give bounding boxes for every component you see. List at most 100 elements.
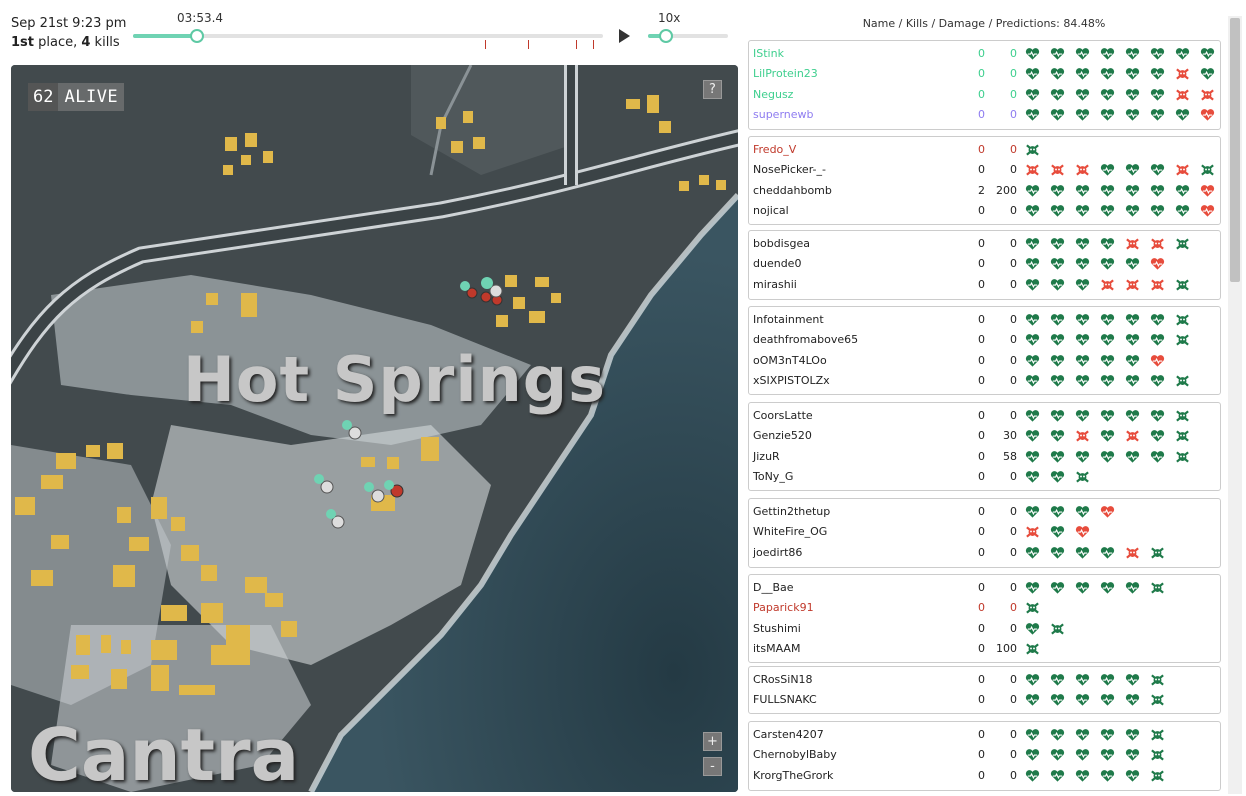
player-name[interactable]: NosePicker-_-: [753, 163, 826, 176]
player-row[interactable]: supernewb 0 0: [749, 105, 1220, 125]
player-name[interactable]: CoorsLatte: [753, 409, 813, 422]
map-view[interactable]: Hot Springs Cantra 62 ALIVE ? + -: [11, 65, 738, 792]
player-name[interactable]: joedirt86: [753, 546, 802, 559]
player-row[interactable]: NosePicker-_- 0 0: [749, 160, 1220, 180]
player-row[interactable]: Infotainment 0 0: [749, 310, 1220, 330]
player-marker[interactable]: [460, 277, 503, 306]
player-row[interactable]: WhiteFire_OG 0 0: [749, 522, 1220, 542]
timeline-handle[interactable]: [190, 29, 204, 43]
player-row[interactable]: duende0 0 0: [749, 254, 1220, 274]
player-marker[interactable]: [326, 509, 345, 529]
player-name[interactable]: LilProtein23: [753, 67, 818, 80]
player-row[interactable]: bobdisgea 0 0: [749, 234, 1220, 254]
player-row[interactable]: Fredo_V 0 0: [749, 140, 1220, 160]
zoom-in-button[interactable]: +: [703, 732, 722, 751]
player-row[interactable]: CRosSiN18 0 0: [749, 670, 1220, 690]
player-name[interactable]: Carsten4207: [753, 728, 824, 741]
player-marker[interactable]: [342, 420, 362, 440]
player-damage: 0: [1010, 107, 1017, 121]
player-name[interactable]: mirashii: [753, 278, 797, 291]
player-name[interactable]: nojical: [753, 204, 789, 217]
player-damage: 0: [1010, 353, 1017, 367]
match-date: Sep 21st 9:23 pm: [11, 16, 127, 31]
heart-alive-icon: [1100, 312, 1125, 328]
player-name[interactable]: JizuR: [753, 450, 780, 463]
speed-handle[interactable]: [659, 29, 673, 43]
heart-alive-icon: [1075, 183, 1100, 199]
skull-dead-icon: [1175, 449, 1200, 465]
heart-alive-icon: [1150, 428, 1175, 444]
player-name[interactable]: ToNy_G: [753, 470, 793, 483]
player-marker[interactable]: [314, 474, 334, 494]
player-name[interactable]: FULLSNAKC: [753, 693, 817, 706]
kill-marker[interactable]: [593, 40, 594, 49]
player-row[interactable]: itsMAAM 0 100: [749, 639, 1220, 659]
player-name[interactable]: ChernobylBaby: [753, 748, 837, 761]
player-row[interactable]: nojical 0 0: [749, 201, 1220, 221]
player-name[interactable]: Gettin2thetup: [753, 505, 830, 518]
heart-alive-icon: [1125, 727, 1150, 743]
player-row[interactable]: Genzie520 0 30: [749, 426, 1220, 446]
player-name[interactable]: WhiteFire_OG: [753, 525, 827, 538]
player-name[interactable]: IStink: [753, 47, 784, 60]
kill-marker[interactable]: [528, 40, 529, 49]
player-name[interactable]: Negusz: [753, 88, 793, 101]
heart-alive-icon: [1075, 672, 1100, 688]
player-row[interactable]: FULLSNAKC 0 0: [749, 690, 1220, 710]
player-row[interactable]: JizuR 0 58: [749, 447, 1220, 467]
player-damage: 0: [1010, 203, 1017, 217]
player-name[interactable]: Infotainment: [753, 313, 824, 326]
player-row[interactable]: LilProtein23 0 0: [749, 64, 1220, 84]
player-name[interactable]: Fredo_V: [753, 143, 796, 156]
heart-alive-icon: [1025, 183, 1050, 199]
zoom-out-button[interactable]: -: [703, 757, 722, 776]
player-name[interactable]: Paparick91: [753, 601, 814, 614]
heart-alive-icon: [1125, 580, 1150, 596]
player-name[interactable]: cheddahbomb: [753, 184, 832, 197]
play-icon[interactable]: [619, 29, 630, 43]
player-row[interactable]: deathfromabove65 0 0: [749, 330, 1220, 350]
player-name[interactable]: oOM3nT4LOo: [753, 354, 827, 367]
player-row[interactable]: joedirt86 0 0: [749, 543, 1220, 563]
player-row[interactable]: mirashii 0 0: [749, 275, 1220, 295]
player-name[interactable]: supernewb: [753, 108, 814, 121]
player-name[interactable]: itsMAAM: [753, 642, 800, 655]
team-card: CRosSiN18 0 0 FULLSNAKC 0 0: [748, 666, 1221, 714]
player-kills: 0: [978, 505, 985, 518]
player-row[interactable]: cheddahbomb 2 200: [749, 181, 1220, 201]
kill-marker[interactable]: [485, 40, 486, 49]
player-name[interactable]: deathfromabove65: [753, 333, 858, 346]
player-name[interactable]: bobdisgea: [753, 237, 810, 250]
player-row[interactable]: ChernobylBaby 0 0: [749, 745, 1220, 765]
player-row[interactable]: xSIXPISTOLZx 0 0: [749, 371, 1220, 391]
player-name[interactable]: Genzie520: [753, 429, 812, 442]
player-row[interactable]: oOM3nT4LOo 0 0: [749, 351, 1220, 371]
player-row[interactable]: Paparick91 0 0: [749, 598, 1220, 618]
scrollbar-thumb[interactable]: [1230, 18, 1240, 282]
player-row[interactable]: KrorgTheGrork 0 0: [749, 766, 1220, 786]
player-name[interactable]: D__Bae: [753, 581, 794, 594]
player-name[interactable]: duende0: [753, 257, 801, 270]
player-name[interactable]: Stushimi: [753, 622, 801, 635]
skull-wrong-icon: [1150, 236, 1175, 252]
player-row[interactable]: CoorsLatte 0 0: [749, 406, 1220, 426]
player-row[interactable]: Gettin2thetup 0 0: [749, 502, 1220, 522]
player-name[interactable]: CRosSiN18: [753, 673, 813, 686]
player-row[interactable]: Stushimi 0 0: [749, 619, 1220, 639]
player-row[interactable]: IStink 0 0: [749, 44, 1220, 64]
heart-wrong-icon: [1200, 203, 1225, 219]
heart-alive-icon: [1100, 408, 1125, 424]
help-button[interactable]: ?: [703, 80, 722, 99]
heart-alive-icon: [1025, 692, 1050, 708]
player-row[interactable]: Carsten4207 0 0: [749, 725, 1220, 745]
skull-wrong-icon: [1175, 87, 1200, 103]
player-row[interactable]: ToNy_G 0 0: [749, 467, 1220, 487]
player-marker[interactable]: [364, 480, 404, 503]
player-name[interactable]: xSIXPISTOLZx: [753, 374, 830, 387]
player-name[interactable]: KrorgTheGrork: [753, 769, 833, 782]
kill-marker[interactable]: [576, 40, 577, 49]
player-row[interactable]: Negusz 0 0: [749, 85, 1220, 105]
heart-alive-icon: [1100, 545, 1125, 561]
player-row[interactable]: D__Bae 0 0: [749, 578, 1220, 598]
heart-alive-icon: [1025, 203, 1050, 219]
